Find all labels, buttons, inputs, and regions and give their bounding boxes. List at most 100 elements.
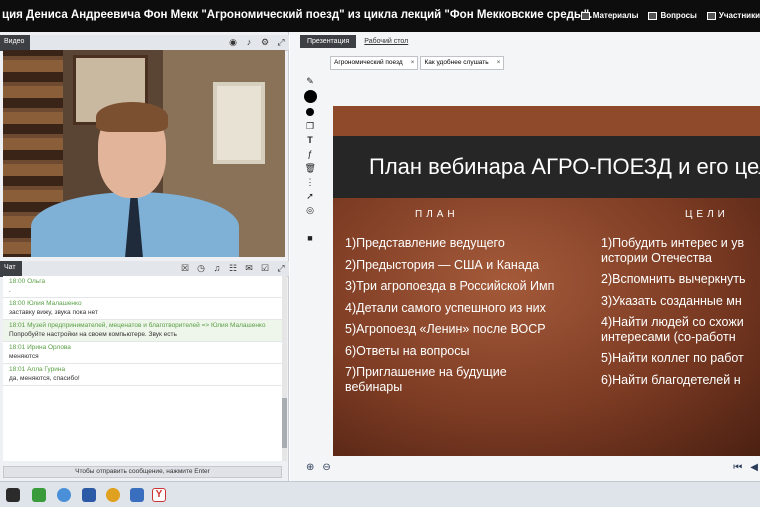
message-header: 18:01 Алла Гурина (9, 366, 66, 373)
message-text: меняются (9, 353, 39, 360)
goals-list: 1)Побудить интерес и ув истории Отечеств… (601, 236, 760, 394)
copy-icon[interactable]: ❐ (305, 121, 316, 132)
expand-icon[interactable]: ⤢ (276, 37, 286, 48)
message-text: Попробуйте настройки на своем компьютере… (9, 331, 177, 338)
tab-desktop[interactable]: Рабочий стол (360, 35, 412, 48)
message-header: 18:00 Юлия Малашенко (9, 300, 82, 307)
zoom-out-icon[interactable]: ⊖ (322, 462, 330, 473)
materials-label: Материалы (592, 11, 639, 20)
chrome-icon[interactable] (106, 488, 120, 502)
plan-header: ПЛАН (415, 209, 459, 220)
tab-chat[interactable]: Чат (0, 261, 22, 277)
title-bar: ция Дениса Андреевича Фон Мекк "Агрономи… (0, 0, 760, 32)
goal-item: 5)Найти коллег по работ (601, 351, 744, 365)
plan-item: 4)Детали самого успешного из них (345, 300, 546, 315)
pencil-icon[interactable]: ✎ (305, 76, 316, 87)
chat-message-list: 18:00 Ольга . 18:00 Юлия Малашенко заста… (3, 276, 282, 461)
zoom-in-icon[interactable]: ⊕ (306, 462, 314, 473)
video-feed (3, 50, 285, 257)
presentation-panel: Презентация Рабочий стол Агрономический … (290, 32, 760, 481)
expand-chat-icon[interactable]: ⤢ (276, 263, 286, 274)
header-links: Материалы Вопросы Участники (580, 11, 760, 20)
video-panel-header: Видео ◉ ♪ ⚙ ⤢ (0, 35, 289, 51)
message-header: 18:00 Ольга (9, 278, 46, 285)
plan-item: 2)Предыстория — США и Канада (345, 257, 540, 272)
participants-icon (706, 11, 716, 20)
slide-navigation: ⏮ ◀ (733, 462, 758, 473)
video-icon[interactable]: ■ (305, 233, 316, 244)
check-icon[interactable]: ☑ (260, 263, 270, 274)
chat-input[interactable]: Чтобы отправить сообщение, нажмите Enter (3, 466, 282, 478)
goals-header: ЦЕЛИ (685, 209, 729, 220)
trash-icon[interactable]: 🗑 (305, 163, 316, 174)
text-tool-icon[interactable]: T (305, 135, 316, 146)
first-slide-icon[interactable]: ⏮ (733, 462, 742, 473)
presentation-tabs: Презентация Рабочий стол (300, 35, 412, 48)
os-taskbar: Y (0, 481, 760, 507)
materials-link[interactable]: Материалы (580, 11, 639, 20)
slide: План вебинара АГРО-ПОЕЗД и его цели ПЛАН… (333, 106, 760, 456)
close-doc-icon[interactable]: × (411, 59, 415, 66)
participants-label: Участники (718, 11, 760, 20)
brush-size-icon[interactable] (306, 108, 314, 116)
formula-icon[interactable]: ƒ (305, 149, 316, 160)
pointer-icon[interactable]: ➚ (305, 191, 316, 202)
goal-item: 6)Найти благодетелей н (601, 372, 741, 387)
message-header: 18:01 Ирина Орлова (9, 344, 71, 351)
questions-icon (648, 11, 658, 20)
message-text: заставку вижу, звука пока нет (9, 309, 98, 316)
doc-tab-how-to-listen[interactable]: Как удобнее слушать × (420, 56, 505, 70)
doc-tab-agro-train[interactable]: Агрономический поезд × (330, 56, 419, 70)
chat-scrollbar[interactable] (282, 276, 287, 461)
prev-slide-icon[interactable]: ◀ (750, 462, 758, 473)
plan-item: 5)Агропоезд «Ленин» после ВОСР (345, 322, 546, 336)
grid-icon[interactable]: ⋮ (305, 177, 316, 188)
color-picker-icon[interactable] (303, 90, 317, 103)
sound-icon[interactable]: ♫ (212, 263, 222, 274)
tab-video[interactable]: Видео (0, 35, 31, 51)
plan-item: 6)Ответы на вопросы (345, 343, 470, 358)
tab-presentation[interactable]: Презентация (300, 35, 357, 48)
materials-icon (580, 11, 590, 20)
chat-panel-header: Чат ☒ ◷ ♫ ☷ ✉ ☑ ⤢ (0, 261, 289, 277)
drawing-toolbar: ✎ ❐ T ƒ 🗑 ⋮ ➚ ◎ ■ (303, 76, 317, 244)
laser-icon[interactable]: ◎ (305, 205, 316, 216)
goal-item: 3)Указать созданные мн (601, 293, 742, 308)
chat-message-highlighted: 18:01 Музей предпринимателей, меценатов … (3, 320, 282, 342)
microphone-icon[interactable]: ♪ (244, 37, 254, 48)
mail-icon[interactable]: ✉ (244, 263, 254, 274)
plan-item: 1)Представление ведущего (345, 236, 505, 250)
taskbar-app-icon[interactable] (6, 488, 20, 502)
globe-icon[interactable] (57, 488, 71, 502)
doc-tab-label: Как удобнее слушать (424, 59, 489, 66)
scrollbar-thumb[interactable] (282, 398, 287, 448)
slide-title: План вебинара АГРО-ПОЕЗД и его цели (369, 154, 760, 179)
plan-item: 7)Приглашение на будущие вебинары (345, 365, 507, 394)
certificate-frame (213, 82, 265, 164)
goal-item: 1)Побудить интерес и ув истории Отечеств… (601, 236, 745, 265)
chat-message: 18:00 Ольга . (3, 276, 282, 298)
chat-message: 18:00 Юлия Малашенко заставку вижу, звук… (3, 298, 282, 320)
chat-message: 18:01 Алла Гурина да, меняются, спасибо! (3, 364, 282, 386)
close-doc-icon[interactable]: × (497, 59, 501, 66)
doc-tab-label: Агрономический поезд (334, 59, 403, 66)
users-icon[interactable]: ☷ (228, 263, 238, 274)
questions-link[interactable]: Вопросы (648, 11, 697, 20)
questions-label: Вопросы (660, 11, 697, 20)
document-tabs: Агрономический поезд × Как удобнее слушат… (330, 56, 505, 70)
chat-message: 18:01 Ирина Орлова меняются (3, 342, 282, 364)
participants-link[interactable]: Участники (706, 11, 760, 20)
clock-icon[interactable]: ◷ (196, 263, 206, 274)
webcam-icon[interactable]: ◉ (228, 37, 238, 48)
yandex-icon[interactable]: Y (152, 488, 166, 502)
close-icon[interactable]: ☒ (180, 263, 190, 274)
explorer-icon[interactable] (130, 488, 144, 502)
presentation-bottom-bar: ⊕ ⊖ ⏮ ◀ (290, 460, 760, 480)
slide-top-band (333, 106, 760, 136)
gear-icon[interactable]: ⚙ (260, 37, 270, 48)
screen-icon[interactable] (82, 488, 96, 502)
plan-list: 1)Представление ведущего 2)Предыстория —… (345, 236, 600, 401)
torrent-icon[interactable] (32, 488, 46, 502)
message-header: 18:01 Музей предпринимателей, меценатов … (9, 322, 266, 329)
message-text: да, меняются, спасибо! (9, 375, 80, 382)
